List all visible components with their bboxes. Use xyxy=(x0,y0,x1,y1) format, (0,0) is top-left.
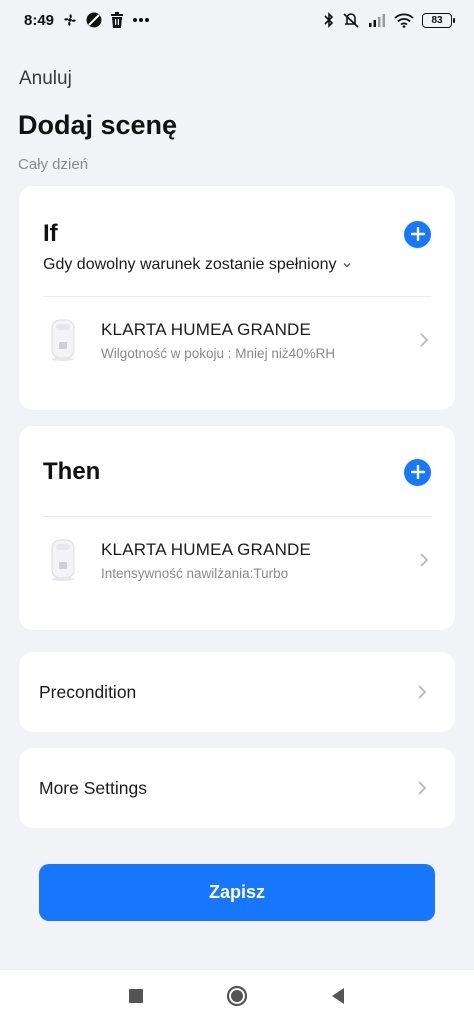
add-condition-button[interactable] xyxy=(404,220,431,248)
plus-icon xyxy=(410,227,425,241)
if-device-text: KLARTA HUMEA GRANDE Wilgotność w pokoju … xyxy=(101,320,417,361)
then-action-row[interactable]: KLARTA HUMEA GRANDE Intensywność nawilża… xyxy=(19,522,455,598)
chevron-right-icon xyxy=(417,330,431,350)
status-right: 83 xyxy=(324,12,455,28)
home-circle-icon[interactable] xyxy=(226,985,248,1012)
cancel-button[interactable]: Anuluj xyxy=(19,68,72,90)
more-settings-row[interactable]: More Settings xyxy=(19,748,455,828)
if-header: If xyxy=(43,220,431,248)
status-time: 8:49 xyxy=(24,11,55,29)
schedule-subtitle[interactable]: Cały dzień xyxy=(18,156,88,173)
status-left: 8:49 xyxy=(24,12,150,29)
add-action-button[interactable] xyxy=(404,458,431,486)
trash-icon xyxy=(110,12,124,28)
humidifier-device-icon xyxy=(51,319,75,361)
if-card: If Gdy dowolny warunek zostanie spełnion… xyxy=(19,186,455,410)
if-condition-row[interactable]: KLARTA HUMEA GRANDE Wilgotność w pokoju … xyxy=(19,302,455,378)
system-nav-bar xyxy=(0,970,474,1027)
humidifier-device-icon xyxy=(51,539,75,581)
page-title: Dodaj scenę xyxy=(18,110,178,140)
then-card: Then KLARTA HUMEA GRANDE Intensywność na… xyxy=(19,426,455,630)
more-dots-icon xyxy=(132,17,150,23)
plus-icon xyxy=(410,465,425,479)
bluetooth-icon xyxy=(324,12,334,28)
mute-icon xyxy=(342,12,360,28)
restricted-icon xyxy=(86,12,102,28)
signal-icon xyxy=(368,13,386,27)
save-button[interactable]: Zapisz xyxy=(39,864,435,921)
fan-icon xyxy=(62,12,78,28)
precondition-label: Precondition xyxy=(39,681,137,702)
if-title: If xyxy=(43,220,58,247)
precondition-row[interactable]: Precondition xyxy=(19,652,455,732)
battery-indicator: 83 xyxy=(422,12,455,28)
more-settings-label: More Settings xyxy=(39,777,147,798)
then-header: Then xyxy=(43,458,431,486)
divider xyxy=(43,296,431,297)
then-device-text: KLARTA HUMEA GRANDE Intensywność nawilża… xyxy=(101,540,417,581)
chevron-right-icon xyxy=(415,778,429,798)
chevron-down-icon xyxy=(343,263,350,268)
device-name: KLARTA HUMEA GRANDE xyxy=(101,539,312,559)
device-condition-detail: Wilgotność w pokoju : Mniej niż40%RH xyxy=(101,345,336,361)
status-bar: 8:49 83 xyxy=(0,0,474,40)
then-title: Then xyxy=(43,458,101,485)
chevron-right-icon xyxy=(417,550,431,570)
back-triangle-icon[interactable] xyxy=(330,987,346,1010)
recents-square-icon[interactable] xyxy=(128,988,144,1009)
device-action-detail: Intensywność nawilżania:Turbo xyxy=(101,565,289,581)
condition-mode-label: Gdy dowolny warunek zostanie spełniony xyxy=(43,256,337,273)
divider xyxy=(43,516,431,517)
wifi-icon xyxy=(394,13,414,28)
chevron-right-icon xyxy=(415,682,429,702)
device-name: KLARTA HUMEA GRANDE xyxy=(101,319,312,339)
condition-mode-dropdown[interactable]: Gdy dowolny warunek zostanie spełniony xyxy=(43,256,351,274)
